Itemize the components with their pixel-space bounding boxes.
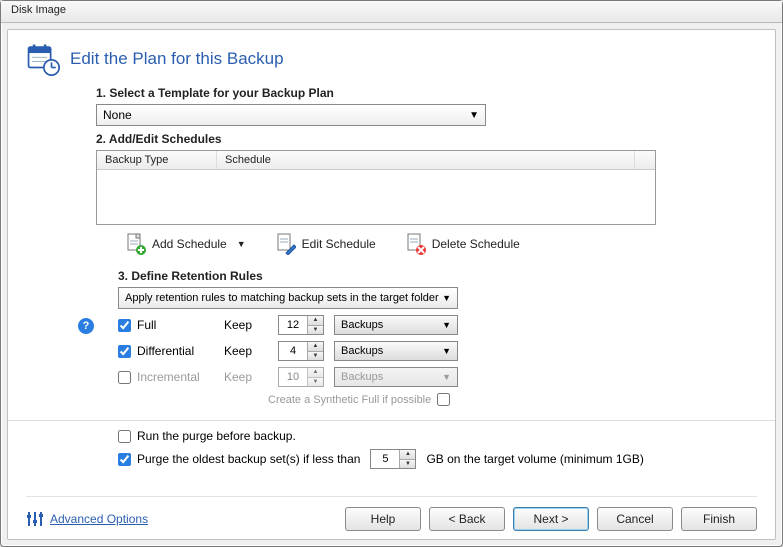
help-button[interactable]: Help — [345, 507, 421, 531]
col-schedule: Schedule — [217, 151, 635, 169]
full-count-input[interactable] — [279, 316, 307, 334]
wizard-footer: Advanced Options Help < Back Next > Canc… — [26, 496, 757, 531]
incremental-unit-select: Backups ▼ — [334, 367, 458, 387]
advanced-options-link[interactable]: Advanced Options — [26, 511, 148, 527]
retention-section: 3. Define Retention Rules Apply retentio… — [118, 269, 747, 406]
schedule-label: 2. Add/Edit Schedules — [96, 132, 747, 146]
document-delete-icon — [406, 233, 426, 255]
full-unit-select[interactable]: Backups ▼ — [334, 315, 458, 335]
differential-keep-label: Keep — [224, 344, 268, 358]
synthetic-checkbox[interactable] — [437, 393, 450, 406]
page-header: Edit the Plan for this Backup — [26, 42, 757, 76]
purge-before-label: Run the purge before backup. — [137, 429, 296, 443]
help-icon[interactable]: ? — [78, 318, 94, 334]
chevron-down-icon: ▼ — [442, 293, 451, 303]
document-add-icon — [126, 233, 146, 255]
purge-oldest-label-before: Purge the oldest backup set(s) if less t… — [137, 452, 360, 466]
differential-checkbox[interactable] — [118, 345, 131, 358]
incremental-count-input — [279, 368, 307, 386]
chevron-down-icon: ▼ — [442, 372, 451, 382]
advanced-options-label: Advanced Options — [50, 512, 148, 526]
schedule-buttons: Add Schedule ▼ Edit Schedule Delete Sche… — [126, 233, 747, 255]
calendar-clock-icon — [26, 42, 60, 76]
purge-gb-input[interactable] — [371, 450, 399, 468]
retention-scope-select[interactable]: Apply retention rules to matching backup… — [118, 287, 458, 309]
incremental-keep-label: Keep — [224, 370, 268, 384]
col-backup-type: Backup Type — [97, 151, 217, 169]
chevron-down-icon: ▼ — [308, 378, 323, 387]
full-checkbox[interactable] — [118, 319, 131, 332]
disk-image-window: Disk Image Edit the Plan for this Backup… — [0, 0, 783, 547]
differential-count-stepper[interactable]: ▲▼ — [278, 341, 324, 361]
schedule-grid-header: Backup Type Schedule — [97, 151, 655, 170]
retention-label: 3. Define Retention Rules — [118, 269, 747, 283]
sliders-icon — [26, 511, 44, 527]
chevron-up-icon[interactable]: ▲ — [308, 316, 323, 326]
delete-schedule-button[interactable]: Delete Schedule — [406, 233, 520, 255]
template-section: 1. Select a Template for your Backup Pla… — [96, 86, 747, 126]
chevron-up-icon: ▲ — [308, 368, 323, 378]
differential-unit-select[interactable]: Backups ▼ — [334, 341, 458, 361]
purge-before-checkbox[interactable] — [118, 430, 131, 443]
chevron-up-icon[interactable]: ▲ — [400, 450, 415, 460]
differential-count-input[interactable] — [279, 342, 307, 360]
next-button[interactable]: Next > — [513, 507, 589, 531]
template-label: 1. Select a Template for your Backup Pla… — [96, 86, 747, 100]
chevron-down-icon: ▼ — [442, 346, 451, 356]
purge-oldest-checkbox[interactable] — [118, 453, 131, 466]
retention-scope-text: Apply retention rules to matching backup… — [125, 292, 439, 304]
differential-label: Differential — [137, 344, 194, 358]
chevron-down-icon: ▼ — [237, 239, 246, 249]
chevron-down-icon: ▼ — [469, 110, 479, 121]
col-spacer — [635, 151, 655, 169]
incremental-label: Incremental — [137, 370, 200, 384]
schedule-grid[interactable]: Backup Type Schedule — [96, 150, 656, 225]
window-titlebar: Disk Image — [1, 1, 782, 23]
chevron-down-icon: ▼ — [442, 320, 451, 330]
purge-oldest-row: Purge the oldest backup set(s) if less t… — [118, 449, 757, 469]
edit-schedule-button[interactable]: Edit Schedule — [276, 233, 376, 255]
wizard-buttons: Help < Back Next > Cancel Finish — [345, 507, 757, 531]
finish-button[interactable]: Finish — [681, 507, 757, 531]
template-selected: None — [103, 108, 132, 122]
full-keep-label: Keep — [224, 318, 268, 332]
full-count-stepper[interactable]: ▲▼ — [278, 315, 324, 335]
window-title: Disk Image — [11, 4, 66, 16]
retention-row-full: Full Keep ▲▼ Backups▼ — [118, 315, 747, 335]
template-select[interactable]: None ▼ — [96, 104, 486, 126]
synthetic-label: Create a Synthetic Full if possible — [268, 394, 431, 406]
purge-oldest-label-after: GB on the target volume (minimum 1GB) — [426, 452, 643, 466]
synthetic-full-row: Create a Synthetic Full if possible — [268, 393, 747, 406]
chevron-up-icon[interactable]: ▲ — [308, 342, 323, 352]
full-unit-text: Backups — [341, 319, 383, 331]
divider — [8, 420, 775, 421]
chevron-down-icon[interactable]: ▼ — [400, 460, 415, 469]
full-label: Full — [137, 318, 156, 332]
delete-schedule-label: Delete Schedule — [432, 237, 520, 251]
retention-row-differential: Differential Keep ▲▼ Backups▼ — [118, 341, 747, 361]
back-button[interactable]: < Back — [429, 507, 505, 531]
schedule-section: 2. Add/Edit Schedules Backup Type Schedu… — [96, 132, 747, 255]
retention-row-incremental: Incremental Keep ▲▼ Backups▼ — [118, 367, 747, 387]
add-schedule-button[interactable]: Add Schedule ▼ — [126, 233, 246, 255]
incremental-checkbox[interactable] — [118, 371, 131, 384]
document-edit-icon — [276, 233, 296, 255]
purge-gb-stepper[interactable]: ▲▼ — [370, 449, 416, 469]
add-schedule-label: Add Schedule — [152, 237, 227, 251]
cancel-button[interactable]: Cancel — [597, 507, 673, 531]
chevron-down-icon[interactable]: ▼ — [308, 326, 323, 335]
edit-schedule-label: Edit Schedule — [302, 237, 376, 251]
wizard-content: Edit the Plan for this Backup 1. Select … — [7, 29, 776, 540]
chevron-down-icon[interactable]: ▼ — [308, 352, 323, 361]
page-title: Edit the Plan for this Backup — [70, 49, 284, 69]
differential-unit-text: Backups — [341, 345, 383, 357]
incremental-count-stepper: ▲▼ — [278, 367, 324, 387]
incremental-unit-text: Backups — [341, 371, 383, 383]
purge-before-row: Run the purge before backup. — [118, 429, 757, 443]
